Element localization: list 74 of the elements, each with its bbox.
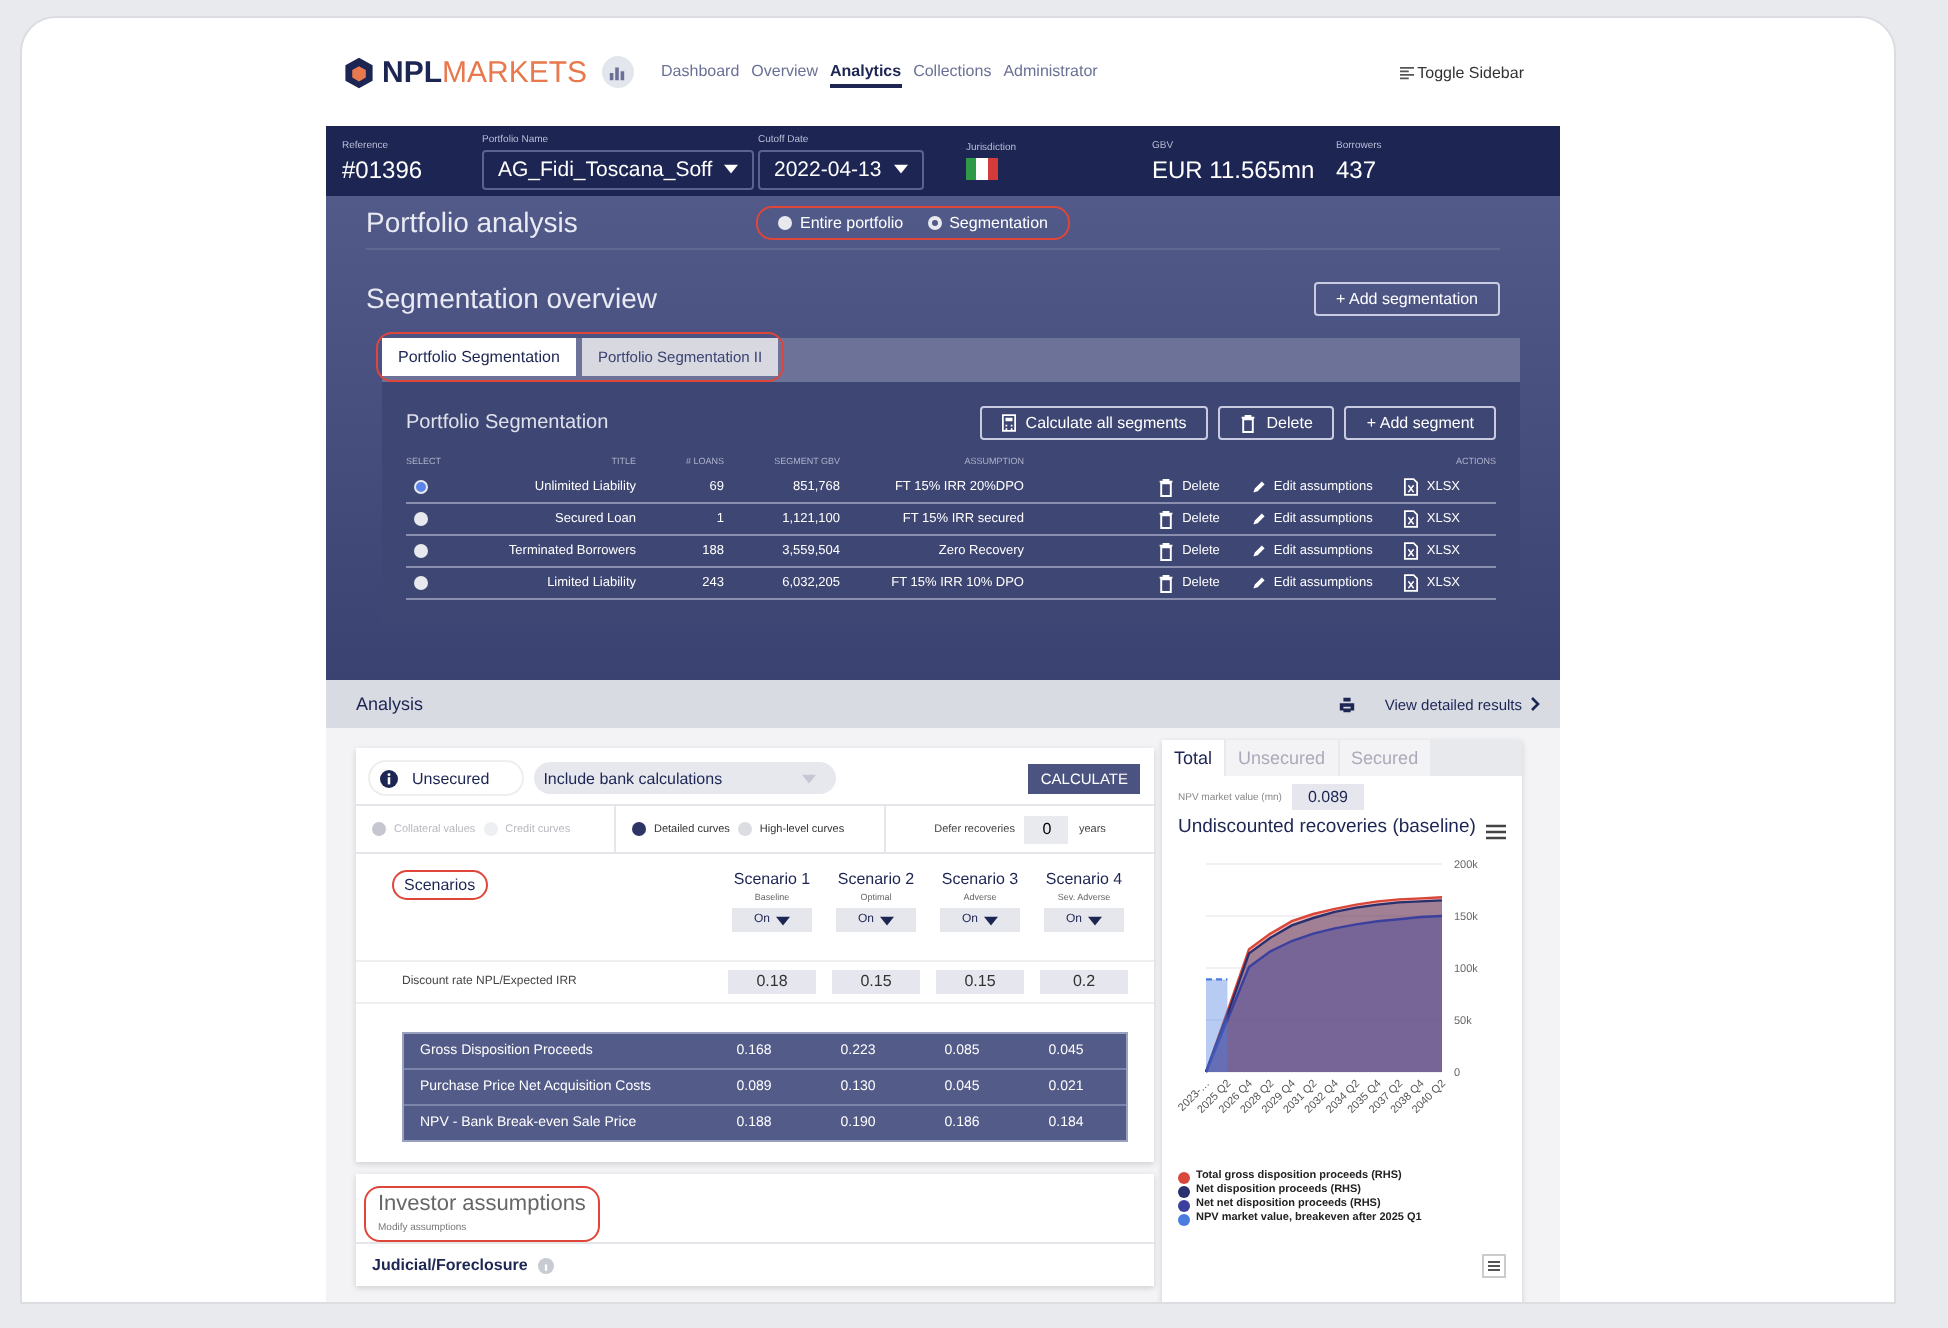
input-field[interactable]: 0.18	[728, 970, 816, 994]
filter-chip[interactable]: Unsecured	[370, 762, 522, 794]
pencil-icon	[1251, 576, 1266, 590]
pencil-icon	[1251, 512, 1266, 526]
nav-link[interactable]: Dashboard	[661, 57, 740, 87]
nav-link[interactable]: Overview	[751, 57, 818, 87]
file-icon	[1404, 542, 1419, 560]
scenario-name: Scenario 2	[837, 870, 915, 888]
tab[interactable]: Portfolio Segmentation	[382, 338, 576, 376]
dropdown[interactable]: AG_Fidi_Toscana_Soff	[482, 149, 755, 189]
chart-title: Undiscounted recoveries (baseline)	[1178, 818, 1476, 840]
logo-icon	[342, 55, 376, 89]
menu-icon[interactable]	[1486, 824, 1506, 840]
input-field[interactable]: 0	[1024, 815, 1069, 843]
section-title: Investor assumptions	[378, 1192, 586, 1216]
field-value: #01396	[342, 155, 425, 183]
pencil-icon	[1251, 480, 1266, 494]
scenario-name: Scenario 3	[941, 870, 1019, 888]
radio-option[interactable]: Entire portfolio	[778, 213, 904, 231]
scenario-name: Scenario 4	[1045, 870, 1123, 888]
radio-icon[interactable]	[414, 576, 428, 590]
file-icon	[1404, 510, 1419, 528]
add-segmentation-button[interactable]: + Add segmentation	[1314, 281, 1500, 315]
section-title: Segmentation overview	[366, 282, 660, 314]
calculator-icon	[1001, 414, 1016, 432]
caret-icon	[724, 164, 739, 174]
caret-icon	[880, 915, 894, 925]
caret-icon	[1088, 915, 1102, 925]
trash-icon	[1158, 573, 1175, 593]
nav-link[interactable]: Collections	[913, 57, 992, 87]
printer-icon[interactable]	[1338, 695, 1357, 713]
file-icon	[1404, 574, 1419, 592]
panel-button[interactable]: + Add segment	[1344, 406, 1496, 440]
scenarios-label: Scenarios	[404, 876, 476, 894]
toggle-sidebar-link[interactable]: Toggle Sidebar	[1399, 63, 1524, 81]
radio-icon[interactable]	[414, 512, 428, 526]
section-title: Portfolio analysis	[366, 206, 580, 238]
menu-icon	[1399, 65, 1414, 79]
dropdown[interactable]: Include bank calculations	[533, 762, 837, 794]
dropdown[interactable]: 2022-04-13	[758, 149, 924, 189]
chart-icon[interactable]	[601, 56, 634, 88]
trash-icon	[1158, 541, 1175, 561]
section-title: Analysis	[356, 694, 424, 714]
caret-icon	[893, 164, 908, 174]
radio-icon[interactable]	[414, 480, 428, 494]
field-value: 437	[1336, 155, 1379, 183]
trash-icon	[1158, 509, 1175, 529]
input-field[interactable]: 0.2	[1040, 970, 1128, 994]
field-value: EUR 11.565mn	[1152, 155, 1317, 183]
radio-icon[interactable]	[414, 544, 428, 558]
tab[interactable]: Total	[1162, 740, 1225, 776]
panel-button[interactable]: Delete	[1218, 406, 1335, 440]
input-field[interactable]: 0.15	[936, 970, 1024, 994]
nav-link[interactable]: Analytics	[830, 57, 902, 87]
section-label: Judicial/Foreclosure	[372, 1256, 528, 1274]
flag-icon	[966, 158, 998, 180]
trash-icon	[1240, 413, 1257, 433]
logo-text: NPLMARKETS	[382, 55, 588, 89]
field-value: 0.089	[1291, 784, 1364, 810]
file-icon	[1404, 478, 1419, 496]
nav-link[interactable]: Administrator	[1003, 57, 1098, 87]
input-field[interactable]: 0.15	[832, 970, 920, 994]
panel-title: Portfolio Segmentation	[406, 412, 609, 434]
pencil-icon	[1251, 544, 1266, 558]
radio-option[interactable]: Segmentation	[927, 213, 1048, 231]
scenario-name: Scenario 1	[733, 870, 811, 888]
caret-icon	[776, 915, 790, 925]
chevron-icon	[1530, 696, 1540, 712]
info-icon	[537, 1257, 554, 1273]
info-icon	[380, 769, 398, 787]
caret-icon	[802, 773, 817, 783]
panel-button[interactable]: Calculate all segments	[979, 406, 1209, 440]
trash-icon	[1158, 477, 1175, 497]
caret-icon	[984, 915, 998, 925]
